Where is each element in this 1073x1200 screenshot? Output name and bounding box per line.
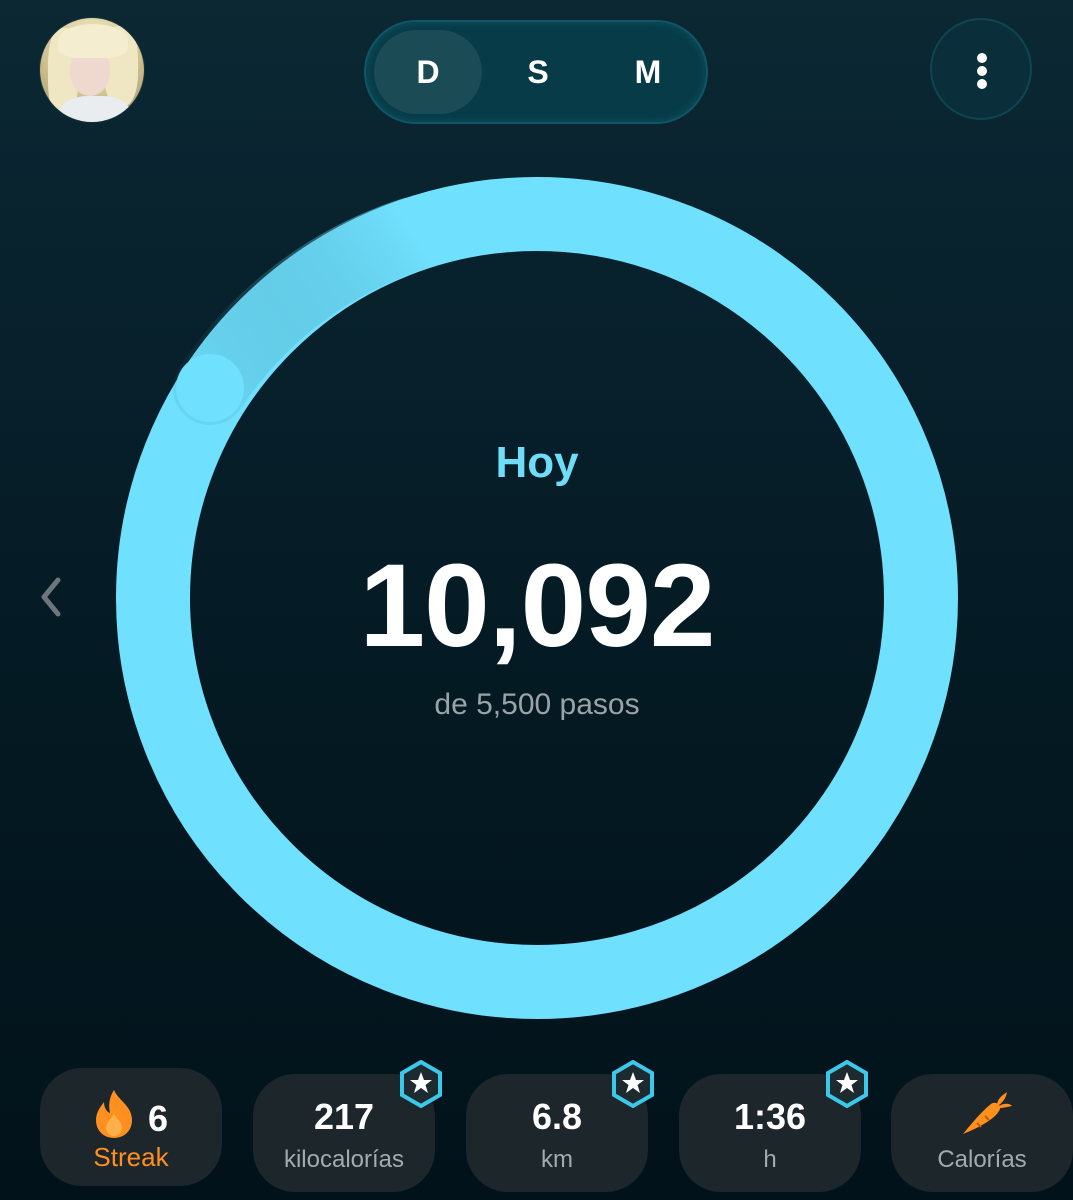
more-options-button[interactable] — [930, 18, 1032, 120]
flame-icon — [96, 1090, 132, 1138]
star-badge-icon — [612, 1060, 654, 1108]
avatar-shirt — [60, 96, 130, 122]
star-badge-icon — [826, 1060, 868, 1108]
streak-card[interactable]: 6 Streak — [40, 1068, 222, 1186]
star-badge-icon — [400, 1060, 442, 1108]
food-calories-label: Calorías — [937, 1146, 1027, 1173]
carrot-icon — [963, 1092, 1012, 1134]
food-calories-card[interactable]: Calorías — [891, 1074, 1073, 1192]
ring-knob — [176, 354, 244, 422]
step-goal: de 5,500 pasos — [434, 688, 640, 721]
tab-month[interactable]: M — [594, 30, 702, 114]
user-avatar[interactable] — [40, 18, 144, 122]
time-label: h — [763, 1146, 777, 1173]
avatar-fringe — [58, 24, 128, 58]
streak-label: Streak — [93, 1142, 169, 1172]
ring-tail — [173, 197, 450, 425]
period-selector: D S M — [364, 20, 708, 124]
distance-label: km — [541, 1146, 573, 1173]
tab-week[interactable]: S — [484, 30, 592, 114]
period-label: Hoy — [495, 438, 579, 487]
calories-label: kilocalorías — [283, 1146, 405, 1173]
tab-day[interactable]: D — [374, 30, 482, 114]
chevron-left-icon[interactable] — [34, 572, 74, 622]
step-count: 10,092 — [359, 540, 716, 672]
streak-count: 6 — [148, 1098, 169, 1139]
